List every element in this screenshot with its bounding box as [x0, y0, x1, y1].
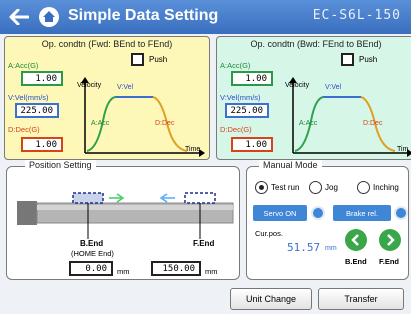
bwd-push-checkbox[interactable] — [341, 53, 354, 66]
radio-inching[interactable] — [357, 181, 370, 194]
fwd-velocity-graph: Velocity V:Vel A:Acc D:Dec Time — [77, 77, 205, 157]
servo-status-lamp — [311, 206, 325, 220]
back-arrow-icon[interactable] — [8, 6, 30, 28]
home-icon[interactable] — [38, 6, 60, 28]
bend-position-field[interactable]: 0.00 — [69, 261, 113, 276]
fwd-graph-aacc: A:Acc — [91, 120, 110, 127]
bwd-graph-vvel: V:Vel — [325, 84, 342, 91]
fwd-panel-title: Op. condtn (Fwd: BEnd to FEnd) — [41, 39, 173, 49]
fwd-dec-label: D:Dec(G) — [8, 125, 40, 134]
current-position-label: Cur.pos. — [255, 229, 283, 238]
fwd-graph-ddec: D:Dec — [155, 120, 175, 127]
radio-inching-label: Inching — [373, 183, 399, 192]
bwd-velocity-graph: Velocity V:Vel A:Acc D:Dec Tim — [285, 77, 411, 157]
fend-label: F.End — [193, 239, 215, 248]
fwd-graph-time: Time — [185, 146, 200, 153]
bwd-acc-field[interactable]: 1.00 — [231, 71, 273, 86]
fwd-dec-field[interactable]: 1.00 — [21, 137, 63, 152]
actuator-diagram — [17, 192, 234, 239]
current-position-unit: mm — [325, 245, 337, 252]
bwd-dec-field[interactable]: 1.00 — [231, 137, 273, 152]
bend-move-label: B.End — [345, 257, 367, 266]
fwd-push-label: Push — [149, 55, 168, 64]
fwd-vel-label: V:Vel(mm/s) — [8, 93, 49, 102]
model-label: EC-S6L-150 — [312, 8, 401, 23]
fend-move-label: F.End — [379, 257, 399, 266]
current-position-value: 51.57 — [287, 241, 321, 254]
radio-test-run[interactable] — [255, 181, 268, 194]
bwd-graph-ddec: D:Dec — [363, 120, 383, 127]
fwd-acc-field[interactable]: 1.00 — [21, 71, 63, 86]
position-setting-panel: Position Setting B.End (HOME End) F.End … — [6, 160, 240, 280]
bend-unit: mm — [117, 267, 130, 276]
brake-status-lamp — [394, 206, 408, 220]
transfer-button[interactable]: Transfer — [318, 288, 404, 310]
fwd-push-checkbox[interactable] — [131, 53, 144, 66]
bwd-vel-label: V:Vel(mm/s) — [220, 93, 261, 102]
bwd-acc-label: A:Acc(G) — [220, 61, 251, 70]
servo-on-button[interactable]: Servo ON — [253, 205, 307, 221]
fwd-graph-vvel: V:Vel — [117, 84, 134, 91]
fwd-acc-label: A:Acc(G) — [8, 61, 39, 70]
bend-label: B.End — [80, 239, 104, 248]
fend-unit: mm — [205, 267, 218, 276]
bwd-push-label: Push — [359, 55, 378, 64]
radio-jog-label: Jog — [325, 183, 338, 192]
brake-release-button[interactable]: Brake rel. — [333, 205, 391, 221]
bwd-graph-velocity: Velocity — [285, 82, 310, 89]
bwd-dec-label: D:Dec(G) — [220, 125, 252, 134]
bwd-graph-time: Tim — [397, 146, 409, 153]
arrow-left-icon[interactable] — [345, 229, 367, 251]
manual-mode-title: Manual Mode — [259, 160, 322, 170]
page-title: Simple Data Setting — [68, 7, 219, 24]
manual-mode-panel: Manual Mode Test run Jog Inching Servo O… — [246, 160, 409, 280]
title-bar: Simple Data Setting EC-S6L-150 — [0, 0, 411, 34]
arrow-right-icon[interactable] — [379, 229, 401, 251]
position-setting-title: Position Setting — [25, 160, 96, 170]
fwd-graph-velocity: Velocity — [77, 82, 102, 89]
bwd-vel-field[interactable]: 225.00 — [225, 103, 269, 118]
fend-position-field[interactable]: 150.00 — [151, 261, 201, 276]
radio-jog[interactable] — [309, 181, 322, 194]
fwd-condition-panel: Op. condtn (Fwd: BEnd to FEnd) Push A:Ac… — [4, 36, 210, 160]
unit-change-button[interactable]: Unit Change — [230, 288, 312, 310]
bwd-graph-aacc: A:Acc — [299, 120, 318, 127]
bwd-condition-panel: Op. condtn (Bwd: FEnd to BEnd) Push A:Ac… — [216, 36, 411, 160]
fwd-vel-field[interactable]: 225.00 — [15, 103, 59, 118]
home-end-label: (HOME End) — [71, 249, 114, 258]
bwd-panel-title: Op. condtn (Bwd: FEnd to BEnd) — [250, 39, 382, 49]
radio-test-run-label: Test run — [271, 183, 300, 192]
